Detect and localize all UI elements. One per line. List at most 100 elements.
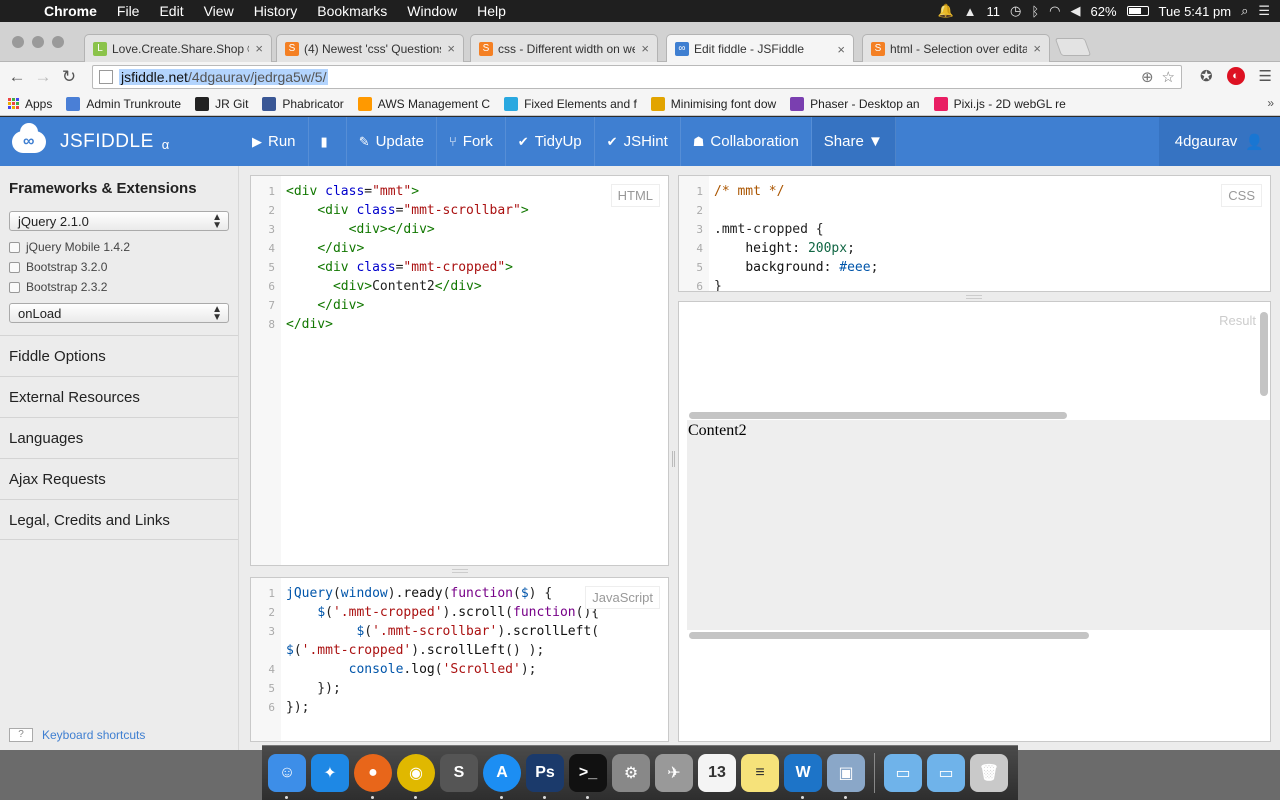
chrome-icon[interactable]: ◉ — [397, 754, 435, 799]
bookmark-item[interactable]: Apps — [8, 97, 52, 111]
calendar-icon[interactable]: 13 — [698, 754, 736, 792]
user-menu[interactable]: 4dgaurav 👤 — [1158, 117, 1280, 166]
address-bar[interactable]: jsfiddle.net/4dgaurav/jedrga5w/5/ ⊕ ☆ — [92, 65, 1182, 89]
forward-button[interactable]: → — [30, 67, 56, 87]
menu-app[interactable]: Chrome — [34, 3, 107, 19]
mmt-cropped-scrollbar-thumb[interactable] — [689, 632, 1089, 639]
bookmark-item[interactable]: Minimising font dow — [650, 96, 776, 111]
terminal-icon[interactable]: >_ — [569, 754, 607, 799]
framework-select[interactable]: jQuery 2.1.0 ▲ ▼ — [9, 211, 229, 231]
action-button[interactable]: ☗ Collaboration — [681, 117, 812, 166]
frameworks-heading[interactable]: Frameworks & Extensions — [0, 166, 238, 207]
vertical-resize-handle[interactable] — [452, 569, 468, 573]
firefox-icon[interactable]: ● — [354, 754, 392, 799]
browser-tab[interactable]: ∞ Edit fiddle - JSFiddle × — [666, 34, 854, 63]
mmt-cropped-area[interactable]: Content2 — [687, 420, 1270, 630]
browser-tab[interactable]: L Love.Create.Share.Shop © × — [84, 34, 272, 62]
result-vertical-scrollbar[interactable] — [1260, 312, 1268, 396]
checkbox[interactable] — [9, 241, 20, 253]
menu-window[interactable]: Window — [397, 3, 467, 19]
tab-close-icon[interactable]: × — [837, 42, 845, 57]
zoom-window-button[interactable] — [52, 36, 64, 48]
bookmark-star-icon[interactable]: ☆ — [1162, 68, 1175, 86]
option-jquery-mobile[interactable]: jQuery Mobile 1.4.2 — [0, 237, 238, 257]
action-button[interactable]: ✔ TidyUp — [506, 117, 595, 166]
finder-icon[interactable]: ☺ — [268, 754, 306, 799]
bookmark-item[interactable]: Pixi.js - 2D webGL re — [933, 96, 1066, 111]
bookmark-item[interactable]: Phaser - Desktop an — [790, 96, 920, 111]
tab-close-icon[interactable]: × — [447, 41, 455, 56]
action-button[interactable]: ✎ Update — [347, 117, 437, 166]
launchpad-icon[interactable]: ✈ — [655, 754, 693, 792]
bookmarks-overflow-icon[interactable]: » — [1267, 96, 1274, 110]
trash-icon[interactable]: 🗑 — [970, 754, 1008, 792]
jsfiddle-logo[interactable]: JSFIDDLE α — [0, 117, 240, 166]
adblock-icon[interactable]: ◐ — [1226, 67, 1245, 85]
safari-icon[interactable]: ✦ — [311, 754, 349, 792]
bookmark-item[interactable]: Fixed Elements and f — [504, 96, 637, 111]
downloads-folder-icon[interactable]: ▭ — [927, 754, 965, 792]
word-icon[interactable]: W — [784, 754, 822, 799]
section-ajax-requests[interactable]: Ajax Requests — [0, 458, 238, 499]
minimize-window-button[interactable] — [32, 36, 44, 48]
preview-icon[interactable]: ▣ — [827, 754, 865, 799]
wifi-icon[interactable]: ◠ — [1049, 3, 1060, 19]
bluetooth-icon[interactable]: ᛒ — [1031, 4, 1039, 19]
time-machine-icon[interactable]: ◷ — [1010, 3, 1021, 19]
section-languages[interactable]: Languages — [0, 417, 238, 458]
menu-view[interactable]: View — [194, 3, 244, 19]
status-item-icon[interactable]: ▲ — [964, 4, 977, 19]
reload-button[interactable]: ↻ — [56, 67, 82, 87]
section-external-resources[interactable]: External Resources — [0, 376, 238, 417]
action-button[interactable]: ⑂ Fork — [437, 117, 506, 166]
load-type-select[interactable]: onLoad ▲ ▼ — [9, 303, 229, 323]
documents-folder-icon[interactable]: ▭ — [884, 754, 922, 792]
vertical-resize-handle[interactable] — [966, 295, 982, 299]
checkbox[interactable] — [9, 261, 20, 273]
checkbox[interactable] — [9, 281, 20, 293]
url-text[interactable]: jsfiddle.net/4dgaurav/jedrga5w/5/ — [119, 69, 329, 85]
menu-bookmarks[interactable]: Bookmarks — [307, 3, 397, 19]
sublime-icon[interactable]: S — [440, 754, 478, 792]
css-code[interactable]: 1/* mmt */ 2 3 .mmt-cropped { 4 height: 2… — [679, 182, 1270, 291]
bookmark-item[interactable]: JR Git — [195, 96, 248, 111]
zoom-icon[interactable]: ⊕ — [1141, 68, 1154, 86]
section-fiddle-options[interactable]: Fiddle Options — [0, 335, 238, 376]
close-window-button[interactable] — [12, 36, 24, 48]
battery-icon[interactable] — [1126, 6, 1149, 16]
result-panel[interactable]: Result Content2 — [678, 301, 1271, 742]
action-button[interactable]: ✔ JSHint — [595, 117, 681, 166]
bookmark-item[interactable]: Phabricator — [262, 96, 344, 111]
back-button[interactable]: ← — [4, 67, 30, 87]
menu-help[interactable]: Help — [467, 3, 516, 19]
option-bootstrap-3[interactable]: Bootstrap 3.2.0 — [0, 257, 238, 277]
menu-history[interactable]: History — [244, 3, 308, 19]
tab-close-icon[interactable]: × — [1033, 41, 1041, 56]
bookmark-item[interactable]: Admin Trunkroute — [66, 96, 181, 111]
notification-bell-icon[interactable]: 🔔 — [937, 3, 953, 19]
section-legal[interactable]: Legal, Credits and Links — [0, 499, 238, 540]
volume-icon[interactable]: ◀ — [1071, 3, 1081, 19]
browser-tab[interactable]: Shtml - Selection over edital × — [862, 34, 1050, 62]
settings-icon[interactable]: ⚙ — [612, 754, 650, 792]
appstore-icon[interactable]: A — [483, 754, 521, 799]
html-code[interactable]: 1 <div class="mmt"> 2 <div class="mmt-scr… — [251, 182, 668, 334]
horizontal-resize-handle[interactable] — [672, 451, 675, 467]
action-button[interactable]: ▶ Run — [240, 117, 309, 166]
new-tab-button[interactable] — [1054, 38, 1092, 56]
photoshop-icon[interactable]: Ps — [526, 754, 564, 799]
browser-tab[interactable]: Scss - Different width on we × — [470, 34, 658, 62]
chrome-menu-icon[interactable]: ☰ — [1259, 67, 1272, 85]
page-info-icon[interactable] — [99, 70, 113, 84]
mmt-scrollbar-thumb[interactable] — [689, 412, 1067, 419]
clock[interactable]: Tue 5:41 pm — [1159, 4, 1232, 19]
browser-tab[interactable]: S (4) Newest 'css' Questions × — [276, 34, 464, 62]
menu-edit[interactable]: Edit — [149, 3, 193, 19]
notification-center-icon[interactable]: ☰ — [1258, 3, 1270, 19]
action-button[interactable]: Share ▼ — [811, 117, 896, 166]
tab-close-icon[interactable]: × — [255, 41, 263, 56]
action-button[interactable]: ▮ — [309, 117, 347, 166]
keyboard-shortcuts-link[interactable]: ? Keyboard shortcuts — [9, 728, 145, 742]
html-editor-panel[interactable]: 1 <div class="mmt"> 2 <div class="mmt-scr… — [250, 175, 669, 566]
extension-icon[interactable]: ✪ — [1200, 67, 1213, 85]
